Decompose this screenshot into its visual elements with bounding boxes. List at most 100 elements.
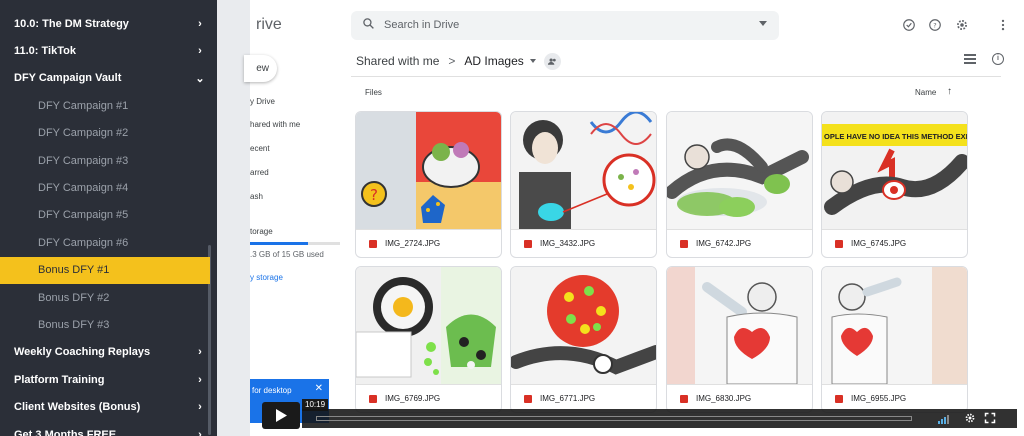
- sidebar-item-label: DFY Campaign #6: [38, 236, 129, 249]
- sidebar-item-bonus-dfy-2[interactable]: Bonus DFY #2: [0, 284, 210, 311]
- image-file-icon: [524, 239, 532, 248]
- image-thumbnail: [822, 267, 967, 384]
- chevron-right-icon: ›: [198, 428, 202, 436]
- sidebar-item-11-0-tiktok[interactable]: 11.0: TikTok ›: [0, 37, 210, 64]
- sidebar-item-label: Weekly Coaching Replays: [14, 346, 151, 359]
- sidebar-item-bonus-dfy-3[interactable]: Bonus DFY #3: [0, 311, 210, 338]
- sidebar-item-label: Platform Training: [14, 373, 105, 386]
- file-name: IMG_6742.JPG: [696, 239, 752, 248]
- search-input[interactable]: Search in Drive: [351, 11, 779, 40]
- nav-recent[interactable]: ecent: [250, 144, 270, 153]
- file-name: IMG_2724.JPG: [385, 239, 441, 248]
- sidebar-item-label: Get 3 Months FREE: [14, 428, 117, 436]
- sidebar-item-label: DFY Campaign Vault: [14, 72, 122, 85]
- file-card[interactable]: IMG_6769.JPG: [355, 266, 502, 413]
- sidebar-item-get-3-months-free[interactable]: Get 3 Months FREE ›: [0, 421, 210, 436]
- sidebar-item-client-websites-bonus[interactable]: Client Websites (Bonus) ›: [0, 394, 210, 421]
- image-thumbnail: [667, 267, 812, 384]
- chevron-right-icon: ›: [198, 44, 202, 57]
- files-section-label: Files: [365, 88, 382, 97]
- chevron-right-icon: ›: [198, 373, 202, 386]
- chevron-down-icon: ⌄: [195, 72, 205, 85]
- sidebar-item-label: DFY Campaign #4: [38, 181, 129, 194]
- fullscreen-icon[interactable]: [984, 412, 996, 424]
- gear-icon[interactable]: [964, 412, 976, 424]
- svg-text:?: ?: [933, 21, 936, 29]
- file-card[interactable]: OPLE HAVE NO IDEA THIS METHOD EXISTS IMG…: [821, 111, 968, 258]
- breadcrumb: Shared with me > AD Images: [356, 52, 561, 70]
- image-thumbnail: [511, 112, 656, 229]
- nav-shared-with-me[interactable]: hared with me: [250, 120, 300, 129]
- sidebar-item-bonus-dfy-1[interactable]: Bonus DFY #1: [0, 256, 210, 284]
- file-card[interactable]: IMG_3432.JPG: [510, 111, 657, 258]
- drive-title: rive: [256, 16, 282, 33]
- search-icon: [363, 18, 374, 29]
- play-button[interactable]: [262, 402, 300, 429]
- info-icon[interactable]: i: [992, 53, 1004, 65]
- sidebar-item-label: 11.0: TikTok: [14, 44, 76, 57]
- chevron-right-icon: ›: [198, 346, 202, 359]
- file-name: IMG_6745.JPG: [851, 239, 907, 248]
- nav-storage[interactable]: torage: [250, 227, 273, 236]
- sidebar-item-label: DFY Campaign #1: [38, 99, 129, 112]
- nav-starred[interactable]: arred: [250, 168, 269, 177]
- sidebar-item-label: Bonus DFY #1: [38, 264, 110, 277]
- sidebar-item-dfy-campaign-4[interactable]: DFY Campaign #4: [0, 174, 210, 201]
- sidebar-item-label: Client Websites (Bonus): [14, 401, 141, 414]
- breadcrumb-parent[interactable]: Shared with me: [356, 54, 439, 68]
- image-thumbnail: ?: [356, 112, 501, 229]
- sidebar-item-dfy-campaign-vault[interactable]: DFY Campaign Vault ⌄: [0, 65, 210, 92]
- nav-my-drive[interactable]: y Drive: [250, 97, 275, 106]
- sidebar-item-dfy-campaign-2[interactable]: DFY Campaign #2: [0, 120, 210, 147]
- close-icon[interactable]: ✕: [315, 383, 323, 394]
- search-placeholder: Search in Drive: [384, 19, 460, 31]
- storage-used-text: .3 GB of 15 GB used: [250, 250, 324, 259]
- svg-text:?: ?: [370, 186, 378, 204]
- storage-bar: [250, 242, 340, 245]
- file-card[interactable]: IMG_6771.JPG: [510, 266, 657, 413]
- progress-track[interactable]: [316, 416, 912, 421]
- shared-people-icon[interactable]: [543, 52, 561, 70]
- sidebar-item-weekly-coaching-replays[interactable]: Weekly Coaching Replays ›: [0, 339, 210, 366]
- file-card[interactable]: IMG_6742.JPG: [666, 111, 813, 258]
- offline-icon[interactable]: [902, 18, 916, 32]
- image-thumbnail: [356, 267, 501, 384]
- chevron-right-icon: ›: [198, 401, 202, 414]
- buy-storage-link[interactable]: y storage: [250, 273, 283, 282]
- file-card[interactable]: IMG_6955.JPG: [821, 266, 968, 413]
- file-card[interactable]: IMG_6830.JPG: [666, 266, 813, 413]
- image-file-icon: [680, 239, 688, 248]
- sort-direction-icon[interactable]: ↑: [947, 86, 952, 97]
- file-card[interactable]: ? IMG_2724.JPG: [355, 111, 502, 258]
- nav-trash[interactable]: ash: [250, 192, 263, 201]
- breadcrumb-current[interactable]: AD Images: [464, 54, 523, 68]
- search-options-icon[interactable]: [759, 21, 767, 26]
- image-file-icon: [835, 239, 843, 248]
- sidebar-item-label: DFY Campaign #2: [38, 127, 129, 140]
- help-icon[interactable]: ?: [928, 18, 942, 32]
- header-divider: [351, 76, 1001, 77]
- sidebar-item-label: DFY Campaign #5: [38, 209, 129, 222]
- sidebar-item-dfy-campaign-1[interactable]: DFY Campaign #1: [0, 92, 210, 119]
- chevron-down-icon[interactable]: [529, 59, 536, 63]
- sort-by-name[interactable]: Name: [915, 88, 936, 97]
- more-options-icon[interactable]: [996, 18, 1010, 32]
- sidebar-item-dfy-campaign-6[interactable]: DFY Campaign #6: [0, 229, 210, 256]
- volume-icon[interactable]: [938, 414, 954, 424]
- sidebar-item-label: Bonus DFY #3: [38, 318, 110, 331]
- file-name: IMG_3432.JPG: [540, 239, 596, 248]
- course-sidebar: 10.0: The DM Strategy › 11.0: TikTok › DFY C…: [0, 0, 217, 436]
- chevron-right-icon: ›: [198, 17, 202, 30]
- sidebar-item-dfy-campaign-5[interactable]: DFY Campaign #5: [0, 202, 210, 229]
- sidebar-item-platform-training[interactable]: Platform Training ›: [0, 366, 210, 393]
- new-button[interactable]: ew: [244, 55, 277, 82]
- settings-icon[interactable]: [955, 18, 969, 32]
- image-thumbnail: [667, 112, 812, 229]
- sidebar-item-10-0-the-dm-strategy[interactable]: 10.0: The DM Strategy ›: [0, 10, 210, 37]
- sidebar-item-dfy-campaign-3[interactable]: DFY Campaign #3: [0, 147, 210, 174]
- play-icon: [276, 409, 287, 422]
- video-player-controls: 10:19: [262, 396, 1024, 436]
- video-frame: rive Search in Drive ? ew y Drive hared …: [217, 0, 1024, 436]
- list-view-icon[interactable]: [964, 54, 976, 64]
- breadcrumb-separator: >: [448, 54, 456, 68]
